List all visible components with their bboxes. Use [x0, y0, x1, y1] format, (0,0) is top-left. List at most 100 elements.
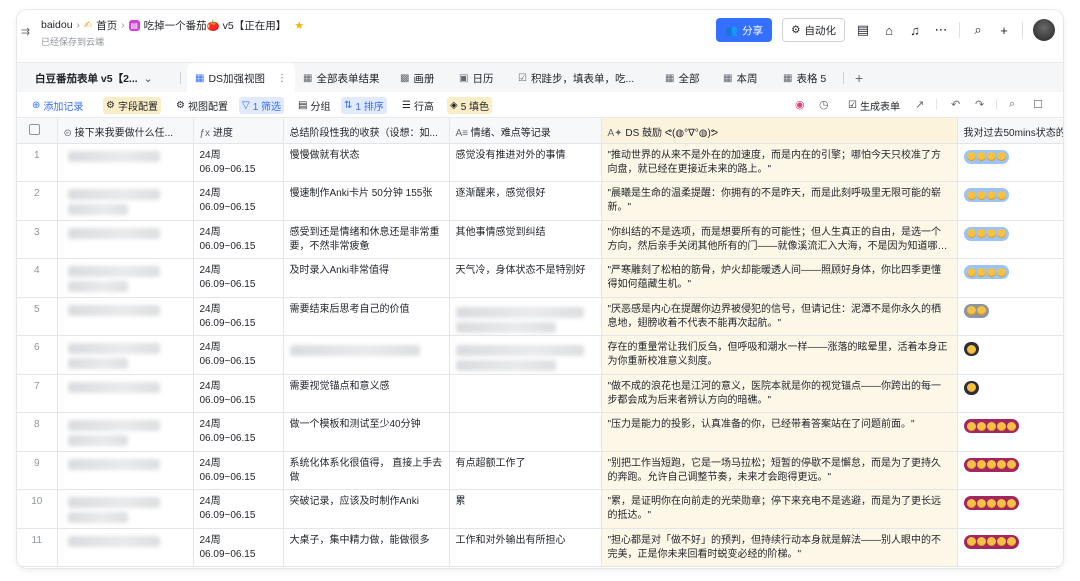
cell-task[interactable] [57, 297, 194, 336]
cell-progress[interactable]: 24周 06.09~06.15 [193, 489, 284, 529]
table-row[interactable]: 5 24周 06.09~06.15 需要结束后思考自己的价值 "厌恶感是内心在提醒你边界… [17, 297, 1063, 336]
cell-mood[interactable]: 感觉没有推进对外的事情 [449, 143, 602, 182]
cell-progress[interactable]: 24周 06.09~06.15 [193, 297, 284, 336]
crumb-workspace[interactable]: baidou [41, 19, 73, 31]
cell-rating[interactable] [957, 489, 1063, 529]
table-row[interactable]: 11 24周 06.09~06.15 大桌子，集中精力做，能做很多 工作和对外输出有所担… [17, 528, 1063, 567]
cell-mood[interactable] [449, 412, 602, 452]
cell-progress[interactable]: 24周 06.09~06.15 [193, 143, 284, 182]
row-index[interactable]: 10 [17, 489, 58, 529]
cell-ds-encouragement[interactable]: "严寒雕刻了松柏的筋骨，炉火却能暖透人间——照顾好身体，你比四季更懂得如何蕴藏生… [601, 258, 958, 298]
cell-progress[interactable]: 24周 06.09~06.15 [193, 181, 284, 221]
cell-gain[interactable]: 大桌子，集中精力做，能做很多 [283, 528, 450, 567]
add-record-button[interactable]: ⊕ 添加记录 [29, 97, 86, 114]
cell-gain[interactable]: 慢慢做就有状态 [283, 143, 450, 182]
field-config-button[interactable]: ⚙ 字段配置 [103, 97, 161, 114]
cell-ds-encouragement[interactable]: "厌恶感是内心在提醒你边界被侵犯的信号，但请记住：泥潭不是你永久的栖息地，翅膀收… [601, 297, 958, 336]
cell-mood[interactable]: 逐渐醒来，感觉很好 [449, 181, 602, 221]
cell-rating[interactable] [957, 528, 1063, 567]
cell-progress[interactable]: 24周 06.09~06.15 [193, 412, 284, 452]
cell-progress[interactable]: 24周 06.09~06.15 [193, 374, 284, 413]
cell-gain[interactable]: 系统化体系化很值得， 直接上手去做 [283, 451, 450, 490]
bell-icon[interactable]: ♫ [907, 23, 923, 38]
cell-mood[interactable]: 天气冷，身体状态不是特别好 [449, 258, 602, 298]
cell-rating[interactable] [957, 258, 1063, 298]
cell-gain[interactable]: 做一个模板和测试至少40分钟 [283, 412, 450, 452]
row-height-button[interactable]: ☰ 行高 [399, 97, 437, 114]
cell-rating[interactable] [957, 374, 1063, 413]
more-icon[interactable]: ⋯ [933, 22, 949, 38]
row-index[interactable]: 9 [17, 451, 58, 490]
cell-gain[interactable]: 感受到还是情绪和休息还是非常重要，不然非常疲惫 [283, 220, 450, 259]
row-index[interactable]: 1 [17, 143, 58, 182]
tab-ds-view[interactable]: ▦ DS加强视图 ⋮ [187, 63, 296, 93]
cell-gain[interactable]: 慢速制作Anki卡片 50分钟 155张 [283, 181, 450, 221]
column-header-gain[interactable]: 总结阶段性我的收获（设想：如... [283, 118, 450, 144]
cell-ds-encouragement[interactable]: "压力是能力的投影，认真准备的你，已经带着答案站在了问题前面。" [601, 412, 958, 452]
cell-gain[interactable]: 突破记录，应该及时制作Anki [283, 489, 450, 529]
table-row[interactable]: 7 24周 06.09~06.15 需要视觉锚点和意义感 "做不成的浪花也是江河的意义，… [17, 374, 1063, 413]
column-header-progress[interactable]: ƒx 进度 [193, 118, 284, 144]
cell-task[interactable] [57, 143, 194, 182]
column-header-rating[interactable]: 我对过去50mins状态的 [957, 118, 1063, 144]
cell-progress[interactable]: 24周 06.09~06.15 [193, 335, 284, 375]
cell-task[interactable] [57, 451, 194, 490]
sort-button[interactable]: ⇅ 1 排序 [341, 97, 387, 114]
cell-ds-encouragement[interactable]: "担心都是对「做不好」的预判，但持续行动本身就是解法——别人眼中的不完美，正是你… [601, 528, 958, 567]
cell-mood[interactable]: 其他事情感觉到纠结 [449, 220, 602, 259]
filter-button[interactable]: ▽ 1 筛选 [239, 97, 285, 114]
tab-calendar[interactable]: ▣ 日历 [451, 63, 501, 93]
cell-mood[interactable] [449, 335, 602, 375]
document-icon[interactable]: ▤ [855, 22, 871, 38]
share-view-icon[interactable]: ↗ [915, 98, 924, 111]
tab-all-form-results[interactable]: ▦ 全部表单结果 [295, 63, 387, 93]
cell-ds-encouragement[interactable]: "别把工作当短跑，它是一场马拉松；短暂的停歇不是懈怠，而是为了更持久的奔跑。允许… [601, 451, 958, 490]
cell-progress[interactable]: 24周 06.09~06.15 [193, 220, 284, 259]
cell-mood[interactable] [449, 374, 602, 413]
cell-ds-encouragement[interactable]: "推动世界的从来不是外在的加速度，而是内在的引擎；哪怕今天只校准了方向盘，就已经… [601, 143, 958, 182]
expand-sidebar-icon[interactable]: ⇉ [21, 25, 30, 38]
fill-color-button[interactable]: ◈ 5 填色 [447, 97, 493, 114]
cell-gain[interactable]: 需要视觉锚点和意义感 [283, 374, 450, 413]
cell-ds-encouragement[interactable]: 存在的重量常让我们反刍，但呼吸和潮水一样——涨落的眩晕里，活着本身正为你重新校准… [601, 335, 958, 375]
select-all-header[interactable] [17, 118, 58, 144]
table-row[interactable]: 3 24周 06.09~06.15 感受到还是情绪和休息还是非常重要，不然非常疲惫 其他… [17, 220, 1063, 259]
table-row[interactable]: 1 24周 06.09~06.15 慢慢做就有状态 感觉没有推进对外的事情 "推动世界的从… [17, 143, 1063, 182]
table-row[interactable]: 4 24周 06.09~06.15 及时录入Anki非常值得 天气冷，身体状态不是特别好… [17, 258, 1063, 298]
row-index[interactable]: 2 [17, 181, 58, 221]
cell-progress[interactable]: 24周 06.09~06.15 [193, 528, 284, 567]
cell-mood[interactable]: 有点超额工作了 [449, 451, 602, 490]
table-row[interactable]: 10 24周 06.09~06.15 突破记录，应该及时制作Anki 累 "累，是证明你在… [17, 489, 1063, 529]
tab-this-week[interactable]: ▦ 本周 [715, 63, 765, 93]
cell-rating[interactable] [957, 297, 1063, 336]
table-row[interactable]: 8 24周 06.09~06.15 做一个模板和测试至少40分钟 "压力是能力的投影，认… [17, 412, 1063, 452]
row-index[interactable]: 7 [17, 374, 58, 413]
cell-mood[interactable] [449, 297, 602, 336]
row-index[interactable]: 5 [17, 297, 58, 336]
checkbox[interactable] [29, 124, 41, 135]
comment-icon[interactable]: ☐ [1033, 98, 1043, 111]
cell-task[interactable] [57, 374, 194, 413]
ai-color-icon[interactable]: ◉ [795, 98, 805, 111]
cell-task[interactable] [57, 489, 194, 529]
table-row[interactable]: 6 24周 06.09~06.15 存在的重量常让我们反刍，但呼吸和潮水一样——涨落的… [17, 335, 1063, 375]
search-view-icon[interactable]: ⌕ [1009, 98, 1015, 111]
row-index[interactable]: 11 [17, 528, 58, 567]
cell-gain[interactable]: 及时录入Anki非常值得 [283, 258, 450, 298]
crumb-doc-title[interactable]: 吃掉一个番茄🍅 v5【正在用】 [144, 18, 287, 33]
cell-task[interactable] [57, 528, 194, 567]
cell-rating[interactable] [957, 181, 1063, 221]
group-button[interactable]: ▤ 分组 [295, 97, 333, 114]
cell-task[interactable] [57, 220, 194, 259]
cell-ds-encouragement[interactable]: "晨曦是生命的温柔提醒：你拥有的不是昨天，而是此刻呼吸里无限可能的崭新。" [601, 181, 958, 221]
cell-ds-encouragement[interactable]: "你纠结的不是选项，而是想要所有的可能性；但人生真正的自由，是选一个方向，然后亲… [601, 220, 958, 259]
history-icon[interactable]: ◷ [819, 98, 829, 111]
table-selector[interactable]: 白豆番茄表单 v5【2... ⌄ [35, 71, 153, 86]
view-config-button[interactable]: ⚙ 视图配置 [173, 97, 231, 114]
cell-ds-encouragement[interactable]: "累，是证明你在向前走的光荣勋章；停下来充电不是逃避，而是为了更长远的抵达。" [601, 489, 958, 529]
share-button[interactable]: 👥 分享 [716, 18, 773, 42]
cell-progress[interactable]: 24周 06.09~06.15 [193, 451, 284, 490]
avatar[interactable] [1033, 19, 1055, 41]
tab-all[interactable]: ▦ 全部 [657, 63, 707, 93]
row-index[interactable]: 8 [17, 412, 58, 452]
